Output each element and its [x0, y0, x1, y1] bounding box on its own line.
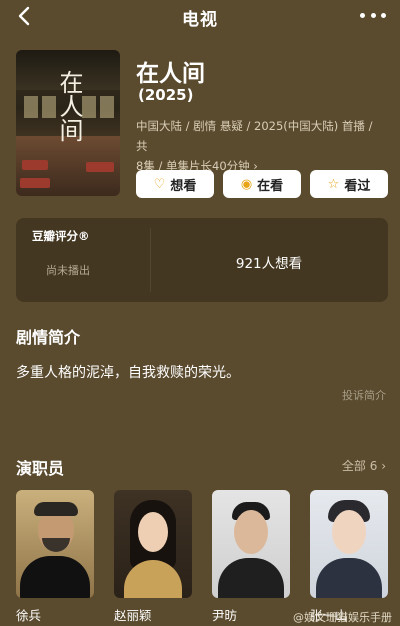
more-dots-icon — [360, 12, 365, 18]
watched-button[interactable]: ☆ 看过 — [310, 170, 388, 198]
cast-photo — [114, 490, 192, 598]
rating-card[interactable]: 豆瓣评分® 尚未播出 921人想看 — [16, 218, 388, 302]
cast-name: 尹昉 — [212, 608, 238, 623]
want-count: 921人想看 — [235, 256, 303, 272]
watching-button[interactable]: ◉ 在看 — [223, 170, 301, 198]
all-cast-link[interactable]: 全部 6 › — [342, 457, 386, 474]
cast-name: 徐兵 — [16, 608, 42, 623]
want-to-watch-button[interactable]: ♡ 想看 — [136, 170, 214, 198]
watermark: @娱文珊猫娱乐手册 — [293, 611, 392, 624]
show-title: 在人间 — [136, 61, 205, 87]
cast-card[interactable]: 徐兵 — [16, 490, 94, 624]
cast-photo — [212, 490, 290, 598]
heart-plus-icon: ♡ — [153, 176, 166, 192]
report-synopsis-link[interactable]: 投诉简介 — [342, 387, 386, 403]
cast-card[interactable]: 赵丽颖 — [114, 490, 192, 624]
cast-photo — [16, 490, 94, 598]
cast-card[interactable]: 尹昉 — [212, 490, 290, 624]
meta-line-1: 中国大陆 / 剧情 悬疑 / 2025(中国大陆) 首播 / 共 — [136, 119, 373, 153]
top-bar: 电视 — [0, 0, 400, 32]
rating-label: 豆瓣评分® — [32, 229, 90, 243]
chevron-right-icon: › — [381, 459, 386, 473]
cast-card[interactable]: 张一山 — [310, 490, 388, 624]
action-buttons: ♡ 想看 ◉ 在看 ☆ 看过 — [136, 170, 388, 198]
cast-name: 赵丽颖 — [114, 608, 152, 623]
show-meta[interactable]: 中国大陆 / 剧情 悬疑 / 2025(中国大陆) 首播 / 共 8集 / 单集… — [136, 116, 386, 176]
star-icon: ☆ — [327, 176, 340, 192]
show-year: (2025) — [138, 86, 194, 104]
rating-status: 尚未播出 — [46, 264, 90, 277]
page-title: 电视 — [182, 10, 218, 30]
cast-photo — [310, 490, 388, 598]
synopsis-heading: 剧情简介 — [16, 328, 81, 347]
poster-title: 在人间 — [55, 70, 83, 142]
eye-icon: ◉ — [240, 176, 253, 192]
more-button[interactable] — [360, 5, 386, 25]
cast-heading: 演职员 — [16, 459, 65, 478]
poster-image[interactable]: 在人间 — [16, 50, 120, 196]
synopsis-text: 多重人格的泥淖，自我救赎的荣光。 — [16, 365, 240, 381]
